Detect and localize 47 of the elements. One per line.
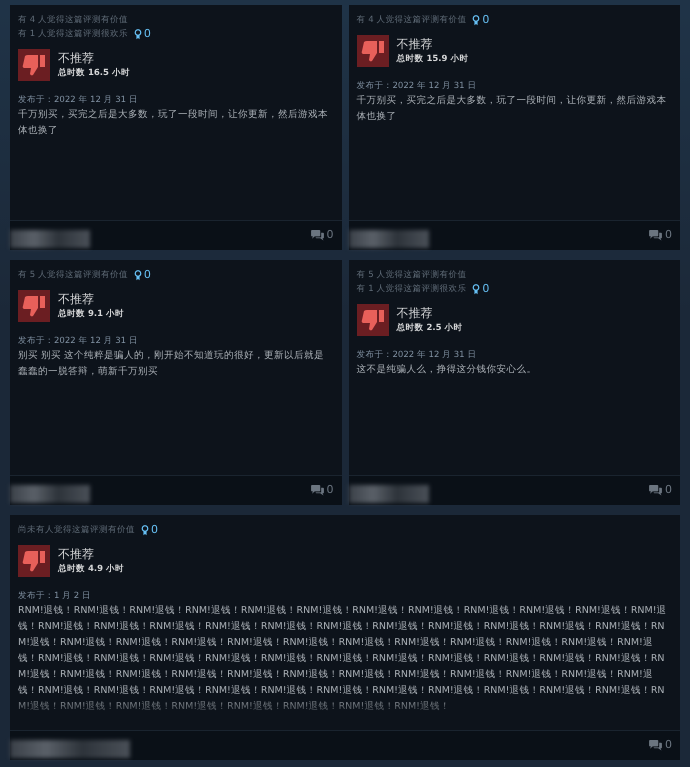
helpful-count-text: 尚未有人觉得这篇评测有价值	[18, 524, 135, 537]
helpful-count-text: 有 5 人觉得这篇评测有价值	[18, 269, 128, 282]
playtime-text: 总时数 4.9 小时	[58, 562, 124, 576]
review-text: 千万别买，买完之后是大多数，玩了一段时间，让你更新，然后游戏本体也换了	[18, 108, 329, 138]
award-button[interactable]: 0	[466, 282, 490, 296]
helpful-count-text: 有 1 人觉得这篇评测很欢乐	[356, 283, 466, 296]
comment-icon	[310, 485, 324, 496]
posted-date: 发布于：2022 年 12 月 31 日	[18, 94, 139, 107]
comment-button[interactable]: 0	[310, 482, 334, 499]
comment-button[interactable]: 0	[649, 227, 672, 244]
award-icon	[134, 28, 142, 40]
posted-date: 发布于：2022 年 12 月 31 日	[356, 349, 478, 362]
review-verdict: 不推荐	[58, 50, 95, 66]
comment-icon	[649, 485, 662, 496]
award-button[interactable]: 0	[135, 523, 158, 537]
review-verdict: 不推荐	[58, 546, 95, 562]
review-verdict: 不推荐	[58, 291, 95, 307]
comment-icon	[649, 740, 662, 751]
posted-date: 发布于：1 月 2 日	[18, 590, 92, 603]
playtime-text: 总时数 16.5 小时	[58, 66, 130, 80]
review-verdict: 不推荐	[396, 36, 434, 52]
posted-date: 发布于：2022 年 12 月 31 日	[356, 80, 478, 93]
review-text: 千万别买，买完之后是大多数，玩了一段时间，让你更新，然后游戏本体也换了	[356, 94, 668, 124]
helpful-count-text: 有 1 人觉得这篇评测很欢乐	[18, 28, 128, 41]
helpful-count-text: 有 5 人觉得这篇评测有价值	[356, 269, 466, 282]
review-text: RNM!退钱！RNM!退钱！RNM!退钱！RNM!退钱！RNM!退钱！RNM!退钱！RNM!退钱！RNM!退钱！RNM!退钱！RNM!退钱！RNM!退钱！RNM!退钱！RNM!退钱！RNM!退钱！RNM!退钱！RNM!退钱！RNM!退钱！RNM!退钱！RNM!退钱！RNM!退钱！RNM!退钱！RNM!退钱！RNM!退钱！RNM!退钱！RNM!退钱！RNM!退钱！RNM!退钱！RNM!退钱！RNM!退钱！RNM!退钱！RNM!退钱！RNM!退钱！RNM!退钱！RNM!退钱！RNM!退钱！RNM!退钱！RNM!退钱！RNM!退钱！RNM!退钱！RNM!退钱！RNM!退钱！RNM!退钱！RNM!退钱！RNM!退钱！RNM!退钱！RNM!退钱！RNM!退钱！RNM!退钱！RNM!退钱！RNM!退钱！RNM!退钱！RNM!退钱！RNM!退钱！RNM!退钱！RNM!退钱！RNM!退钱！RNM!退钱！RNM!退钱！RNM!退钱！RNM!退钱！RNM!退钱！RNM!退钱！RNM!退钱！RNM!退钱！RNM!退钱！RNM!退钱！RNM!退钱！RNM!退钱！RNM!退钱！RNM!退钱！RNM!退钱！RNM!退钱！RNM!退钱！RNM!退钱！RNM!退钱！RNM!退钱！RNM!退钱！	[18, 604, 668, 714]
award-icon	[472, 14, 480, 26]
comment-button[interactable]: 0	[310, 227, 334, 244]
comment-icon	[649, 230, 662, 241]
review-verdict: 不推荐	[396, 305, 434, 321]
award-icon	[134, 270, 142, 280]
award-icon	[141, 524, 149, 536]
helpful-count-text: 有 4 人觉得这篇评测有价值	[356, 14, 466, 27]
playtime-text: 总时数 9.1 小时	[58, 308, 124, 321]
award-button[interactable]: 0	[466, 13, 490, 27]
posted-date: 发布于：2022 年 12 月 31 日	[18, 335, 139, 348]
comment-button[interactable]: 0	[649, 482, 672, 499]
review-text: 别买 别买 这个纯粹是骗人的，刚开始不知道玩的很好，更新以后就是蠢蠢的一脱答辩，萌新千万别买	[18, 349, 326, 379]
review-text: 这不是纯骗人么，挣得这分钱你安心么。	[356, 363, 538, 377]
comment-button[interactable]: 0	[649, 737, 672, 754]
award-icon	[472, 284, 480, 294]
playtime-text: 总时数 15.9 小时	[396, 52, 468, 66]
helpful-count-text: 有 4 人觉得这篇评测有价值	[18, 14, 128, 27]
award-button[interactable]: 0	[128, 27, 151, 41]
award-button[interactable]: 0	[128, 268, 151, 282]
comment-icon	[310, 230, 324, 241]
playtime-text: 总时数 2.5 小时	[396, 322, 462, 335]
